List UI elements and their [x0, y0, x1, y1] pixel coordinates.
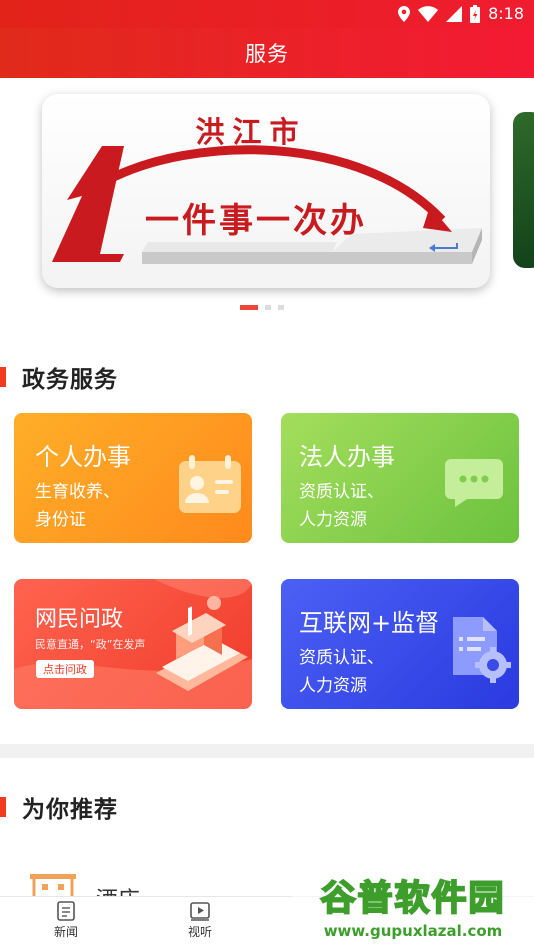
watermark: 谷普软件园 www.gupuxlazal.com	[292, 866, 534, 950]
banner-slide[interactable]: 洪江市 一件事一次办	[42, 94, 490, 288]
status-bar: 8:18	[0, 0, 534, 28]
video-icon	[190, 902, 210, 921]
news-icon	[57, 901, 75, 921]
card-title: 网民问政	[35, 607, 124, 632]
wifi-icon	[418, 5, 439, 22]
status-time: 8:18	[488, 4, 524, 23]
nav-label: 视听	[187, 925, 212, 939]
nav-item-news[interactable]: 新闻	[36, 901, 96, 940]
watermark-name: 谷普软件园	[319, 878, 506, 920]
section-title: 政务服务	[22, 367, 118, 393]
carousel-dot[interactable]	[265, 305, 271, 310]
card-subtitle: 人力资源	[299, 676, 367, 696]
banner-illustration: 洪江市 一件事一次办	[42, 94, 490, 288]
location-icon	[398, 5, 411, 22]
card-subtitle: 资质认证、	[299, 648, 384, 668]
banner-slogan: 一件事一次办	[145, 201, 367, 241]
legal-person-card[interactable]: 法人办事 资质认证、 人力资源	[281, 413, 519, 543]
card-subtitle: 民意直通，“政”在发声	[35, 638, 146, 651]
document-settings-icon	[453, 617, 511, 683]
card-subtitle: 生育收养、	[35, 482, 120, 502]
personal-affairs-card[interactable]: 个人办事 生育收养、 身份证	[14, 413, 252, 543]
page-title: 服务	[245, 42, 289, 66]
banner-city: 洪江市	[195, 115, 306, 149]
nav-item-video[interactable]: 视听	[170, 901, 230, 940]
inquiry-button[interactable]: 点击问政	[36, 660, 94, 678]
netizen-inquiry-card[interactable]: 网民问政 民意直通，“政”在发声 点击问政	[14, 579, 252, 709]
nav-label: 新闻	[53, 925, 78, 939]
recommend-header: 为你推荐	[0, 790, 118, 824]
section-title: 为你推荐	[22, 797, 118, 823]
card-subtitle: 身份证	[35, 510, 86, 530]
internet-supervision-card[interactable]: 互联网+监督 资质认证、 人力资源	[281, 579, 519, 709]
section-accent-bar	[0, 367, 6, 387]
carousel-dot[interactable]	[278, 305, 284, 310]
signal-icon	[446, 5, 463, 22]
app-header: 服务	[0, 28, 534, 78]
card-subtitle: 资质认证、	[299, 482, 384, 502]
status-icons: 8:18	[398, 4, 524, 23]
carousel-dot[interactable]	[240, 305, 258, 310]
card-title: 互联网+监督	[299, 609, 440, 637]
chat-bubble-icon	[445, 459, 503, 507]
section-divider	[0, 744, 534, 758]
carousel-indicator	[240, 305, 284, 310]
next-banner-preview[interactable]	[513, 112, 534, 268]
card-subtitle: 人力资源	[299, 510, 367, 530]
battery-icon	[470, 4, 481, 23]
card-title: 法人办事	[299, 443, 395, 471]
section-accent-bar	[0, 797, 6, 817]
watermark-url: www.gupuxlazal.com	[323, 922, 503, 940]
gov-services-header: 政务服务	[0, 360, 118, 394]
id-card-icon	[179, 455, 241, 513]
card-title: 个人办事	[35, 443, 131, 471]
